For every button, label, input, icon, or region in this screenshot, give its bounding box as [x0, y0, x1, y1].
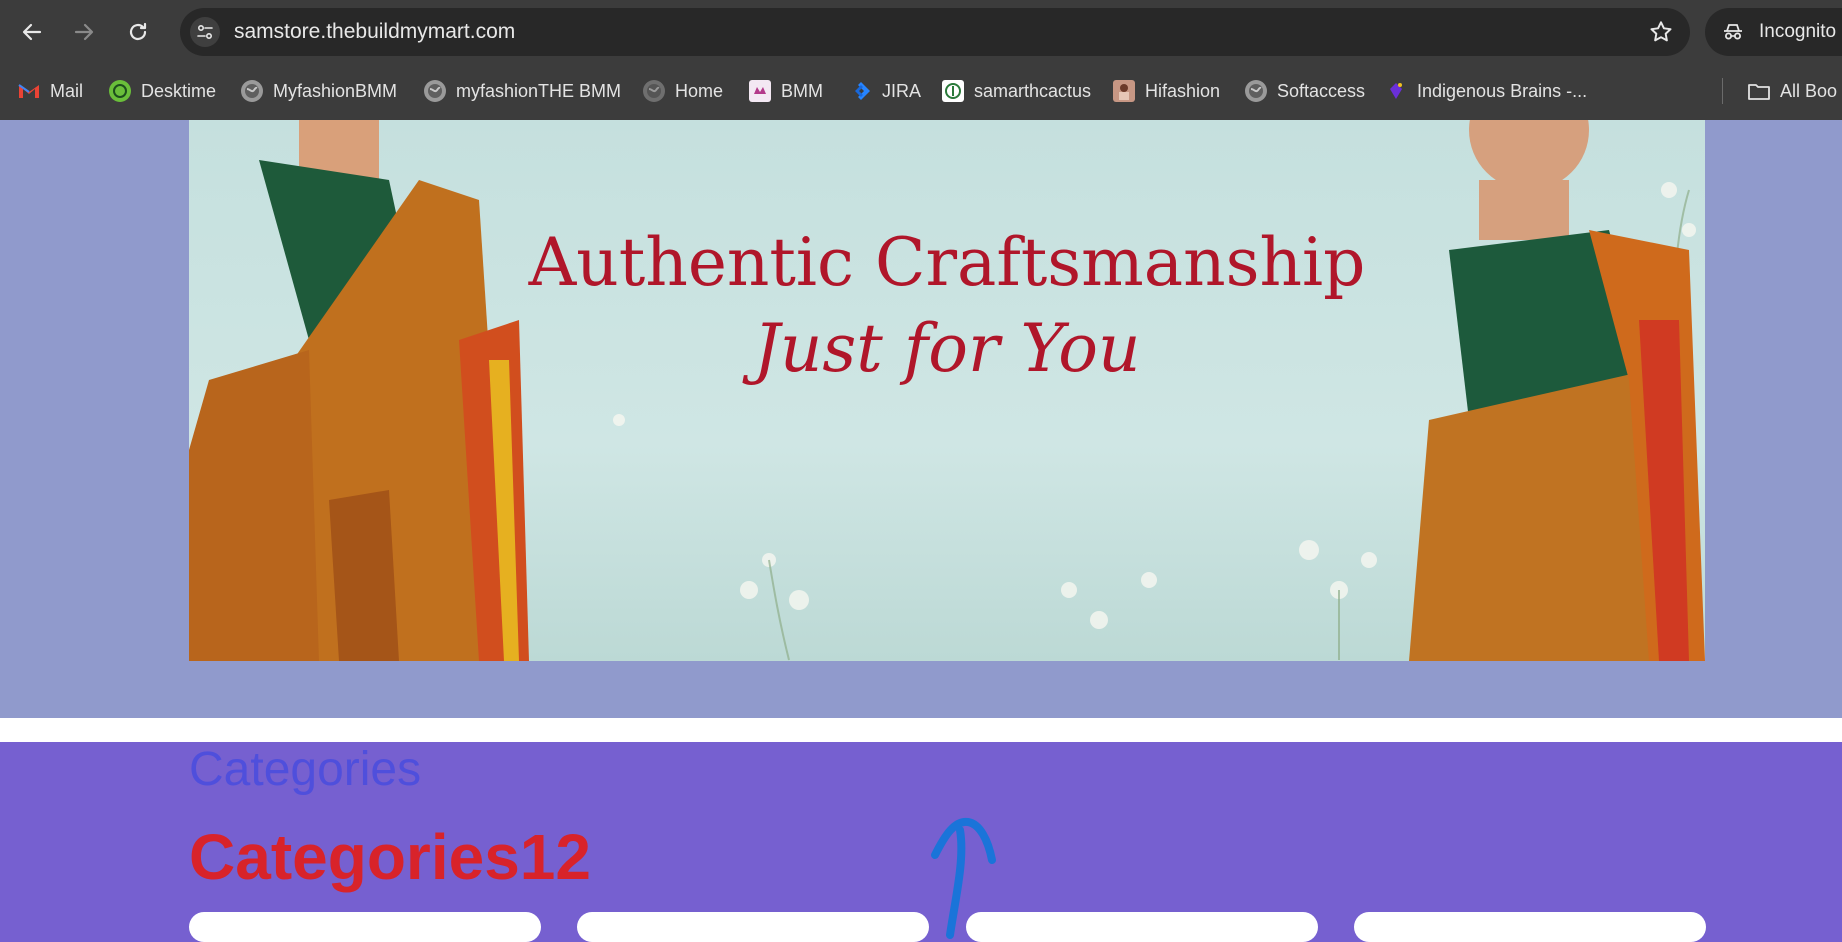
page-content: Authentic Craftsmanship Just for You Cat… — [0, 120, 1842, 942]
back-arrow-icon — [22, 23, 42, 41]
gmail-icon — [18, 80, 40, 102]
bookmark-home[interactable]: Home — [643, 76, 723, 106]
jira-icon — [850, 80, 872, 102]
bookmark-jira[interactable]: JIRA — [850, 76, 921, 106]
reload-icon — [129, 22, 147, 41]
globe-icon — [1245, 80, 1267, 102]
incognito-label: Incognito — [1759, 21, 1837, 42]
annotation-arrow-icon — [931, 817, 996, 939]
hifashion-icon — [1113, 80, 1135, 102]
back-button[interactable] — [16, 16, 48, 48]
bookmark-mail[interactable]: Mail — [18, 76, 83, 106]
categories-subtitle: Categories12 — [189, 821, 591, 893]
url-text[interactable]: samstore.thebuildmymart.com — [234, 20, 515, 44]
model-left-image — [189, 120, 529, 661]
globe-icon — [643, 80, 665, 102]
section-divider — [0, 718, 1842, 742]
bookmark-myfashionbmm[interactable]: MyfashionBMM — [241, 76, 397, 106]
bookmark-bmm[interactable]: BMM — [749, 76, 823, 106]
incognito-indicator[interactable]: Incognito — [1705, 8, 1842, 56]
bookmarks-separator — [1722, 78, 1723, 104]
bmm-icon — [749, 80, 771, 102]
address-bar[interactable]: samstore.thebuildmymart.com — [180, 8, 1690, 56]
browser-toolbar: samstore.thebuildmymart.com Incognito — [0, 0, 1842, 64]
globe-icon — [424, 80, 446, 102]
banner-line2: Just for You — [753, 310, 1141, 387]
forward-arrow-icon — [74, 23, 94, 41]
incognito-icon — [1724, 24, 1742, 40]
all-bookmarks-button[interactable]: All Boo — [1748, 76, 1837, 106]
indigenous-icon — [1385, 80, 1407, 102]
site-info-button[interactable] — [190, 17, 220, 47]
model-right-image — [1409, 120, 1705, 661]
category-card[interactable] — [189, 912, 541, 942]
folder-icon — [1748, 80, 1770, 102]
bookmark-desktime[interactable]: Desktime — [109, 76, 216, 106]
bookmark-indigenous-brains[interactable]: Indigenous Brains -... — [1385, 76, 1587, 106]
bookmark-softaccess[interactable]: Softaccess — [1245, 76, 1365, 106]
star-icon — [1650, 21, 1672, 42]
desktime-icon — [109, 80, 131, 102]
category-card[interactable] — [1354, 912, 1706, 942]
bookmark-hifashion[interactable]: Hifashion — [1113, 76, 1220, 106]
bookmark-star-button[interactable] — [1648, 19, 1674, 50]
categories-title: Categories — [189, 743, 422, 796]
cactus-icon — [942, 80, 964, 102]
globe-icon — [241, 80, 263, 102]
bookmark-samarthcactus[interactable]: samarthcactus — [942, 76, 1091, 106]
category-card[interactable] — [577, 912, 929, 942]
bookmark-myfashion-the-bmm[interactable]: myfashionTHE BMM — [424, 76, 621, 106]
forward-button[interactable] — [68, 16, 100, 48]
site-info-icon — [197, 24, 213, 40]
banner-line1: Authentic Craftsmanship — [528, 224, 1366, 301]
reload-button[interactable] — [122, 16, 154, 48]
hero-section: Authentic Craftsmanship Just for You — [0, 120, 1842, 718]
bookmarks-bar: Mail Desktime MyfashionBMM myfashionTHE … — [0, 64, 1842, 120]
hero-banner[interactable]: Authentic Craftsmanship Just for You — [189, 120, 1705, 661]
